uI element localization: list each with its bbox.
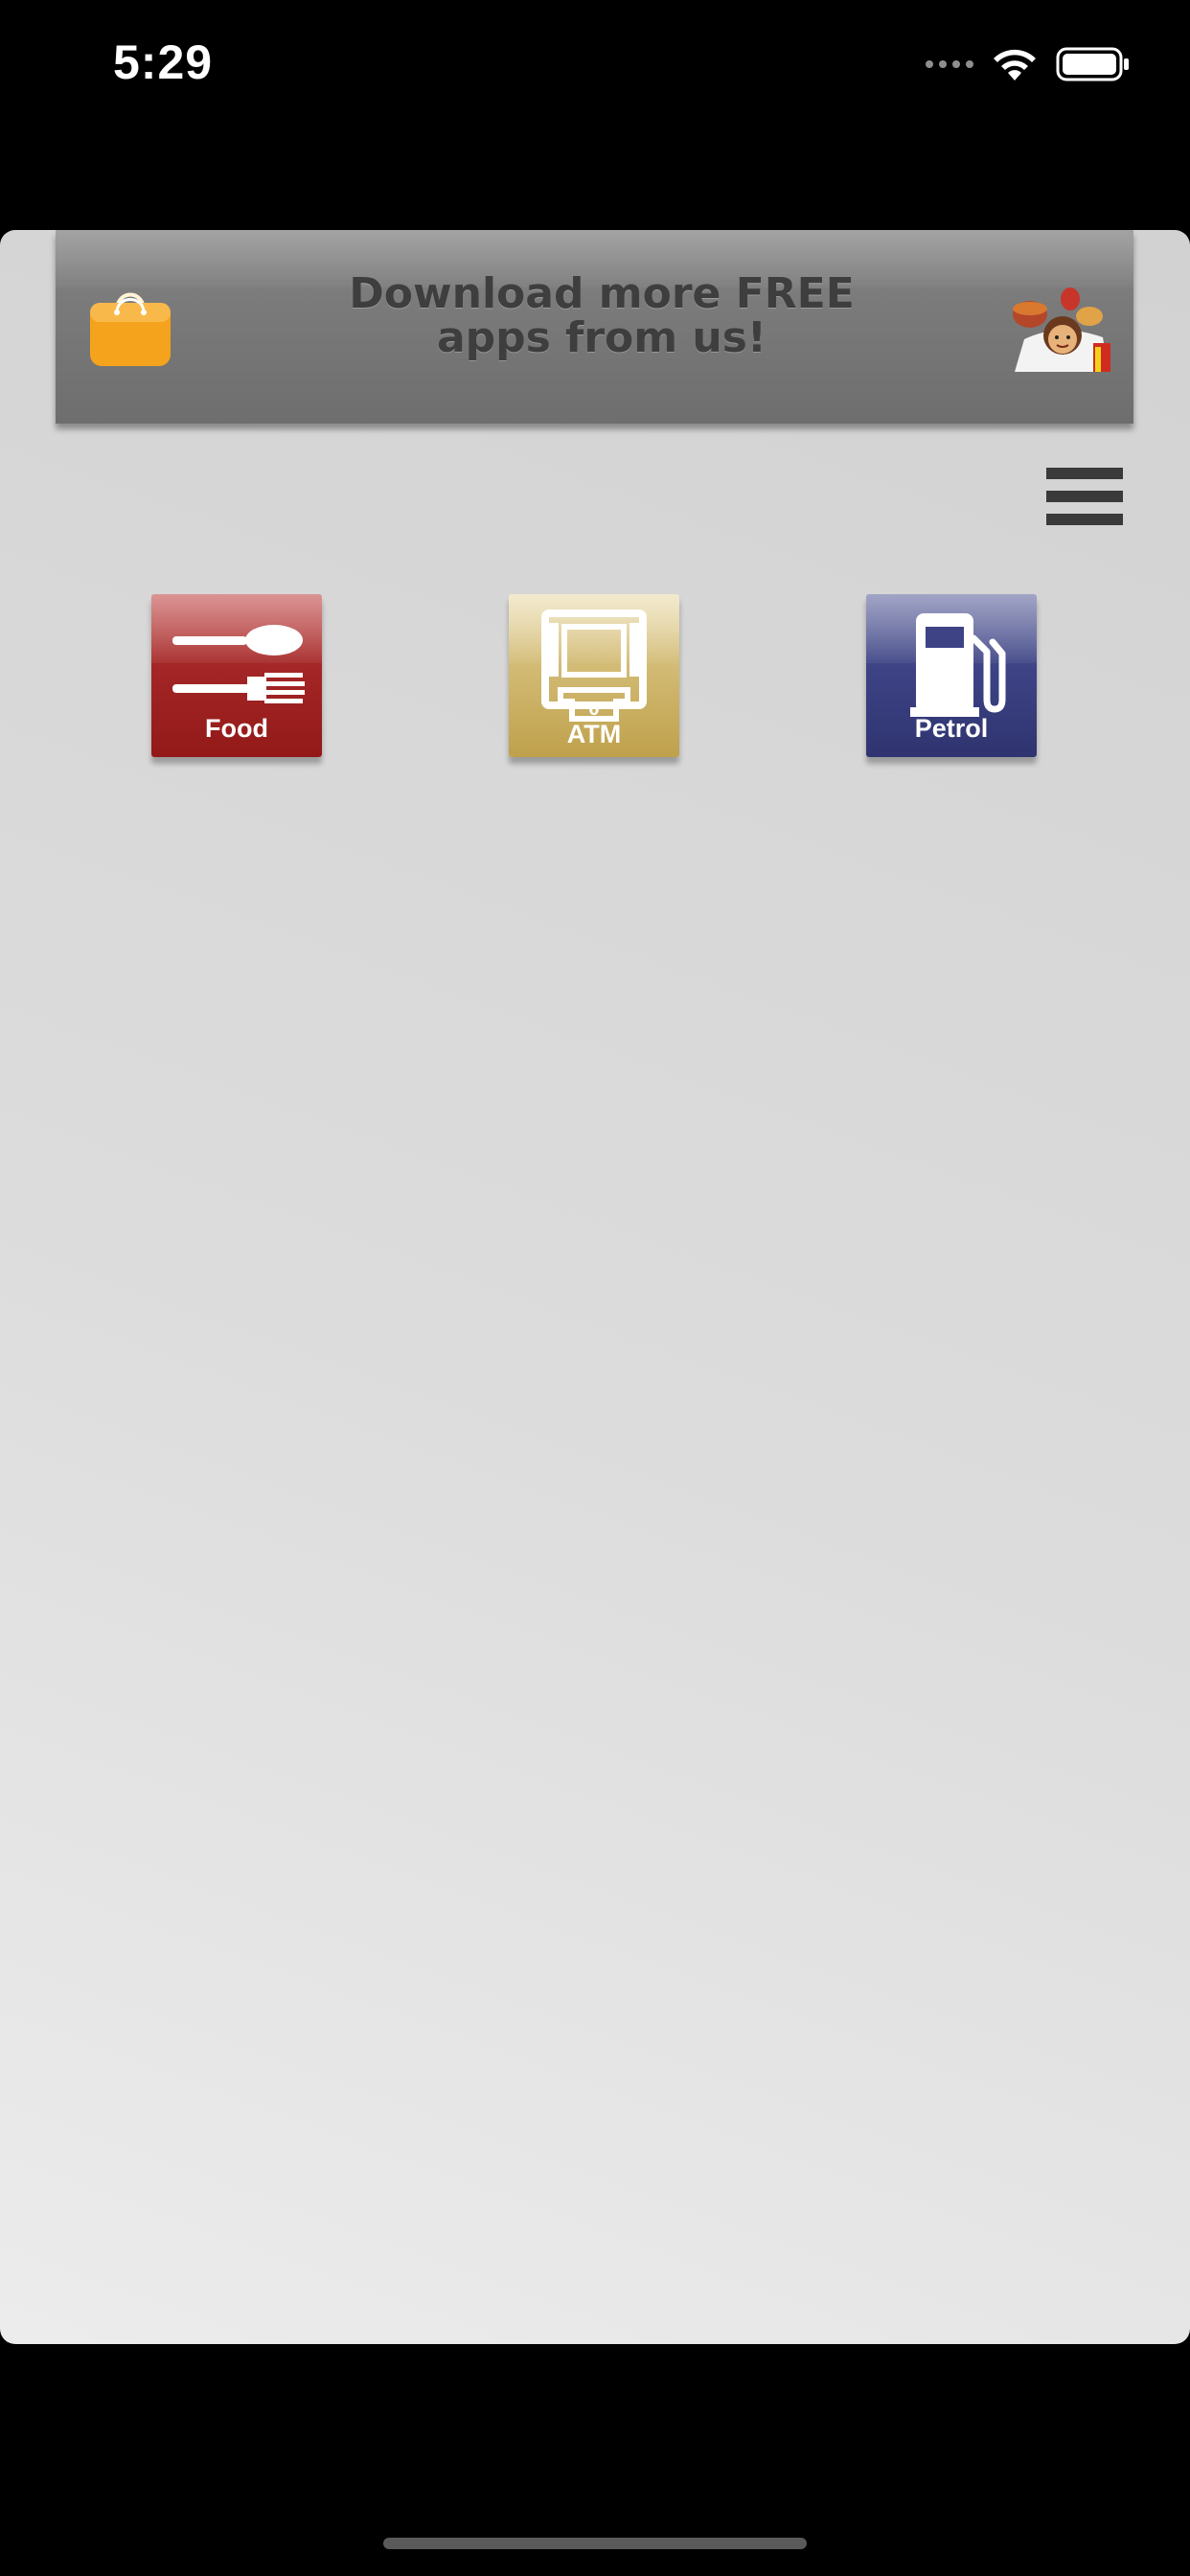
download-apps-banner[interactable]: Download more FREE apps from us! [56, 230, 1133, 424]
category-petrol-button[interactable]: Petrol [866, 594, 1037, 757]
battery-icon [1056, 47, 1129, 81]
svg-text:0: 0 [588, 701, 599, 719]
category-label: Petrol [914, 714, 989, 743]
shopping-bag-icon [90, 292, 171, 366]
status-bar: 5:29 [0, 0, 1190, 134]
banner-line-1: Download more FREE [349, 269, 855, 318]
category-food-button[interactable]: Food [151, 594, 322, 757]
phone-screen: 5:29 Download more FREE apps from us! Fo… [0, 0, 1190, 2576]
category-label: ATM [566, 720, 622, 748]
banner-line-2: apps from us! [436, 313, 767, 362]
home-indicator[interactable] [383, 2538, 807, 2549]
hamburger-menu-button[interactable] [1044, 466, 1125, 529]
banner-text: Download more FREE apps from us! [228, 272, 975, 360]
hamburger-menu-icon [1046, 468, 1123, 525]
category-label: Food [205, 714, 268, 743]
signal-dots-icon [926, 60, 973, 68]
category-atm-button[interactable]: 0 ATM [509, 594, 679, 757]
status-time: 5:29 [113, 35, 214, 89]
app-content: Download more FREE apps from us! Food 0 … [0, 230, 1190, 2344]
status-icons [926, 42, 1131, 86]
mascot-icon [1013, 288, 1110, 372]
wifi-icon [994, 49, 1036, 80]
